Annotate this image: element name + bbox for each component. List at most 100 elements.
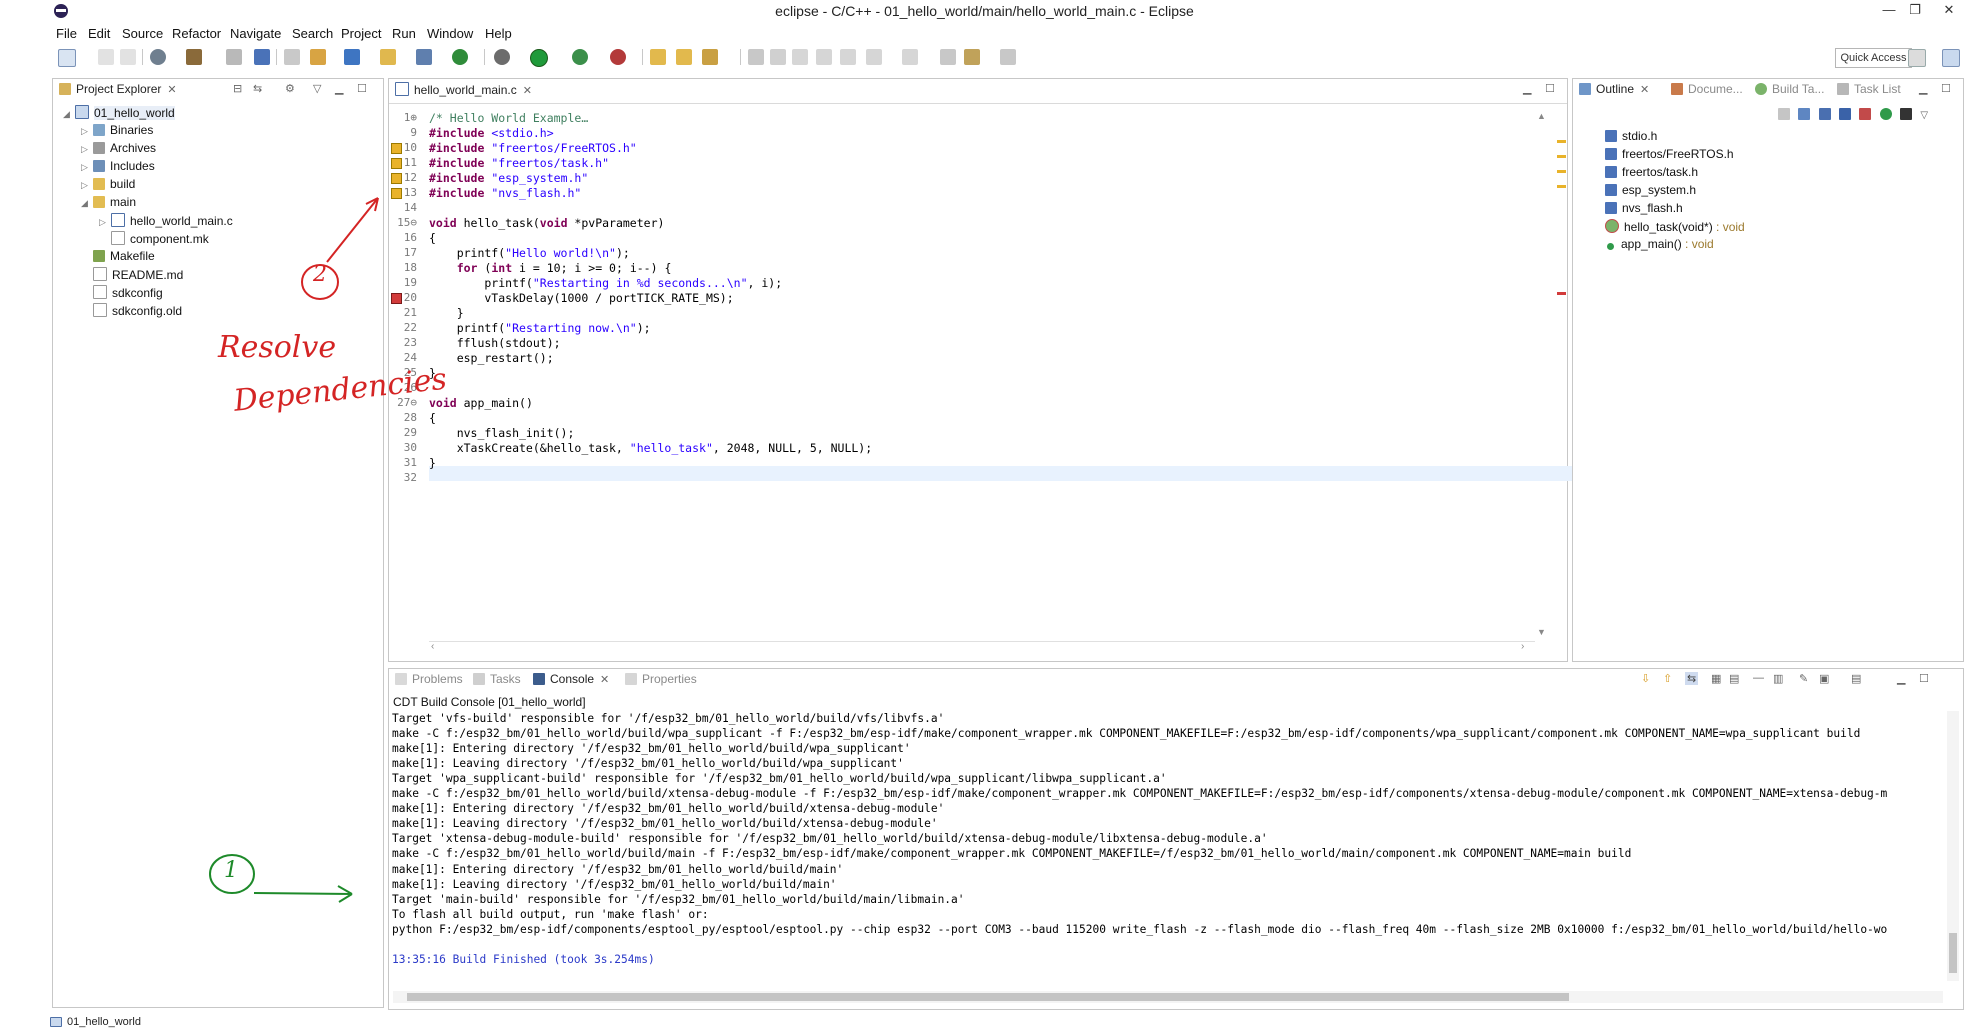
warning-icon[interactable]: [391, 188, 402, 199]
error-icon[interactable]: [391, 293, 402, 304]
save-all-icon[interactable]: [120, 49, 136, 65]
tab-build-targets[interactable]: Build Ta...: [1755, 82, 1824, 96]
menu-search[interactable]: Search: [292, 26, 333, 41]
hierarchy-icon[interactable]: [284, 49, 300, 65]
tab-console[interactable]: Console ✕: [533, 672, 609, 686]
open-file-icon[interactable]: [676, 49, 692, 65]
warning-icon[interactable]: [391, 158, 402, 169]
expand-arrow-icon[interactable]: ◢: [63, 109, 75, 120]
tab-tasks[interactable]: Tasks: [473, 672, 521, 686]
menu-source[interactable]: Source: [122, 26, 163, 41]
open-type-icon[interactable]: [254, 49, 270, 65]
outline-item[interactable]: app_main() : void: [1605, 237, 1714, 253]
hide-static-icon[interactable]: [1818, 108, 1831, 120]
console-vertical-scrollbar[interactable]: [1947, 711, 1959, 981]
pilcrow-icon[interactable]: [840, 49, 856, 65]
outline-item[interactable]: freertos/task.h: [1605, 165, 1698, 181]
warning-marker[interactable]: [1557, 155, 1566, 158]
tree-item-build[interactable]: ▷ build: [81, 177, 135, 195]
quick-access-field[interactable]: Quick Access: [1835, 48, 1912, 68]
clear-console-icon[interactable]: ▤: [1729, 672, 1739, 685]
menu-edit[interactable]: Edit: [88, 26, 110, 41]
warning-icon[interactable]: [391, 173, 402, 184]
menu-refactor[interactable]: Refactor: [172, 26, 221, 41]
menu-navigate[interactable]: Navigate: [230, 26, 281, 41]
minimize-button[interactable]: —: [1876, 2, 1902, 18]
tab-task-list[interactable]: Task List: [1837, 82, 1901, 96]
collapse-arrow-icon[interactable]: ▷: [81, 144, 93, 155]
error-marker[interactable]: [1557, 292, 1566, 295]
menu-file[interactable]: File: [56, 26, 77, 41]
link-editor-icon[interactable]: ⇆: [253, 82, 262, 95]
debug-bug-icon[interactable]: [494, 49, 510, 65]
close-button[interactable]: ✕: [1936, 2, 1962, 18]
scroll-right-icon[interactable]: ›: [1521, 641, 1524, 652]
menu-window[interactable]: Window: [427, 26, 473, 41]
view-menu-icon[interactable]: ▽: [313, 82, 321, 95]
horizontal-scrollbar[interactable]: [429, 641, 1535, 654]
collapse-arrow-icon[interactable]: ▷: [81, 126, 93, 137]
collapse-arrow-icon[interactable]: ▷: [81, 162, 93, 173]
close-icon[interactable]: ✕: [600, 674, 609, 686]
minimize-icon[interactable]: ▁: [335, 82, 343, 95]
warning-marker[interactable]: [1557, 185, 1566, 188]
maximize-icon[interactable]: ☐: [1941, 82, 1951, 95]
forward-icon[interactable]: [1000, 49, 1016, 65]
minimize-icon[interactable]: ▁: [1523, 82, 1531, 95]
tab-documentation[interactable]: Docume...: [1671, 82, 1743, 96]
outline-item[interactable]: esp_system.h: [1605, 183, 1696, 199]
new-icon[interactable]: [58, 49, 76, 67]
menu-run[interactable]: Run: [392, 26, 416, 41]
filter-icon[interactable]: ⚙: [285, 82, 295, 95]
hash-filter-icon[interactable]: [1900, 108, 1913, 120]
outline-item[interactable]: nvs_flash.h: [1605, 201, 1683, 217]
scroll-next-icon[interactable]: ⇩: [1641, 672, 1650, 685]
tree-item-main[interactable]: ◢ main: [81, 195, 136, 213]
word-wrap-icon[interactable]: ▦: [1711, 672, 1721, 685]
tree-item-project[interactable]: ◢ 01_hello_world: [63, 105, 175, 123]
maximize-icon[interactable]: ☐: [1545, 82, 1555, 95]
outline-item[interactable]: hello_task(void*) : void: [1605, 219, 1745, 235]
display-console-icon[interactable]: ▣: [1819, 672, 1829, 685]
hide-macros-icon[interactable]: [1859, 108, 1872, 120]
build-all-icon[interactable]: [226, 49, 242, 65]
run-icon[interactable]: [530, 49, 548, 67]
view-menu-icon[interactable]: ▽: [1920, 110, 1928, 121]
tree-item-hello-world-main-c[interactable]: ▷ hello_world_main.c: [99, 213, 233, 231]
scroll-left-icon[interactable]: ‹: [431, 641, 434, 652]
pin-console-icon[interactable]: ✎: [1799, 672, 1808, 685]
cpp-perspective-icon[interactable]: [1942, 49, 1960, 67]
tab-project-explorer[interactable]: Project Explorer ✕: [59, 82, 177, 96]
copy-icon[interactable]: ▥: [1773, 672, 1783, 685]
close-icon[interactable]: ✕: [167, 84, 176, 96]
external-tools-icon[interactable]: [610, 49, 626, 65]
menu-project[interactable]: Project: [341, 26, 381, 41]
scrollbar-thumb[interactable]: [1949, 933, 1957, 973]
search-flashlight-icon[interactable]: [702, 49, 718, 65]
tree-item-binaries[interactable]: ▷ Binaries: [81, 123, 153, 141]
whitespace-icon[interactable]: [770, 49, 786, 65]
warning-marker[interactable]: [1557, 170, 1566, 173]
tree-item-archives[interactable]: ▷ Archives: [81, 141, 156, 159]
group-icon[interactable]: [1879, 108, 1892, 120]
block-select-icon[interactable]: [792, 49, 808, 65]
close-icon[interactable]: ✕: [1640, 84, 1649, 96]
scroll-prev-icon[interactable]: ⇧: [1663, 672, 1672, 685]
remove-icon[interactable]: —: [1753, 672, 1764, 684]
scroll-lock-icon[interactable]: ⇆: [1685, 672, 1699, 685]
open-folder-icon[interactable]: [650, 49, 666, 65]
restore-button[interactable]: ❐: [1902, 2, 1928, 18]
minimize-icon[interactable]: ▁: [1919, 82, 1927, 95]
sort-icon[interactable]: [1798, 108, 1811, 120]
build-hammer-icon[interactable]: [186, 49, 202, 65]
new-folder-icon[interactable]: [380, 49, 396, 65]
code-area[interactable]: 1⊕ /* Hello World Example… 9 #include <stdi…: [389, 105, 1549, 625]
hide-non-public-icon[interactable]: [1839, 108, 1852, 120]
warning-icon[interactable]: [391, 143, 402, 154]
menu-help[interactable]: Help: [485, 26, 512, 41]
maximize-icon[interactable]: ☐: [1919, 672, 1929, 685]
back-icon[interactable]: [964, 49, 980, 65]
console-horizontal-scrollbar[interactable]: [393, 991, 1943, 1003]
hide-fields-icon[interactable]: [1778, 108, 1790, 120]
new-project-icon[interactable]: [344, 49, 360, 65]
